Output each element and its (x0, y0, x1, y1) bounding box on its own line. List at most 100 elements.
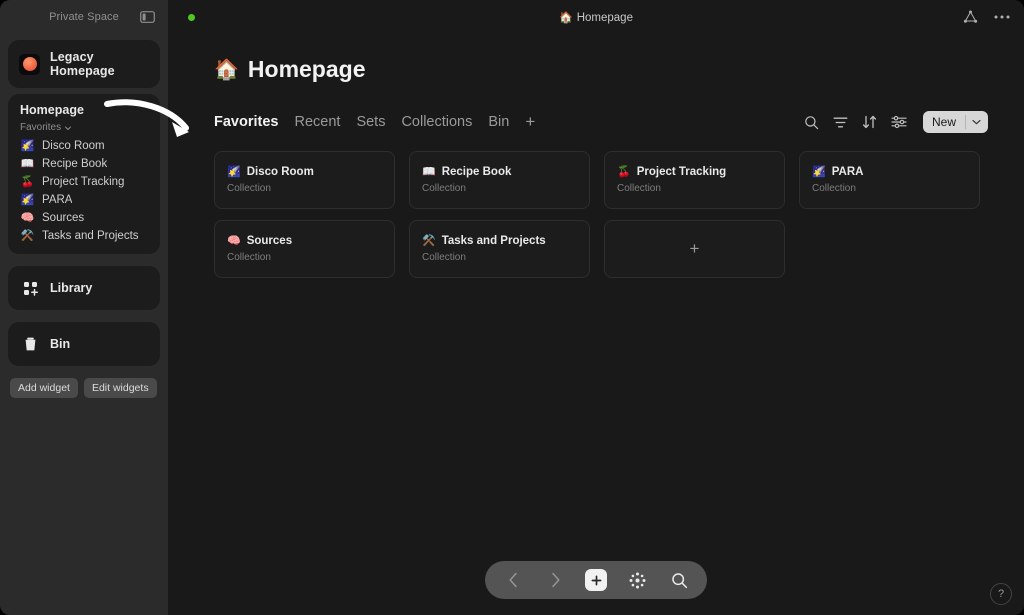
chevron-left-icon[interactable] (501, 568, 525, 592)
sidebar-item-disco-room[interactable]: 🌠 Disco Room (18, 137, 150, 155)
card-emoji: 📖 (422, 167, 436, 178)
card-title-text: Recipe Book (442, 166, 512, 178)
new-button-separator (965, 115, 966, 129)
edit-widgets-button[interactable]: Edit widgets (84, 378, 157, 398)
page-title: 🏠 Homepage (214, 56, 988, 83)
legacy-homepage-label: Legacy Homepage (50, 50, 149, 78)
chevron-down-icon[interactable] (972, 119, 986, 125)
sidebar-item-emoji: 🌠 (20, 195, 35, 206)
sidebar-group-favorites[interactable]: Favorites (18, 122, 150, 137)
card-title: 🍒 Project Tracking (617, 166, 772, 178)
sidebar: Private Space Legacy Homepage Homepage F… (0, 0, 168, 615)
card-emoji: 🧠 (227, 236, 241, 247)
add-tab-button[interactable]: + (525, 113, 535, 132)
tab-favorites[interactable]: Favorites (214, 114, 278, 130)
card-title: 📖 Recipe Book (422, 166, 577, 178)
card-subtitle: Collection (227, 252, 382, 263)
card-subtitle: Collection (422, 183, 577, 194)
card-emoji: 🌠 (812, 167, 826, 178)
tab-list: Favorites Recent Sets Collections Bin + (214, 113, 535, 132)
card-title: 🌠 Disco Room (227, 166, 382, 178)
legacy-homepage-row[interactable]: Legacy Homepage (17, 47, 151, 81)
search-icon[interactable] (667, 568, 691, 592)
scatter-dots-icon[interactable] (625, 568, 649, 592)
sidebar-item-project-tracking[interactable]: 🍒 Project Tracking (18, 173, 150, 191)
sidebar-item-library[interactable]: Library (18, 275, 150, 301)
add-widget-button[interactable]: Add widget (10, 378, 78, 398)
sidebar-item-sources[interactable]: 🧠 Sources (18, 209, 150, 227)
card-emoji: 🍒 (617, 167, 631, 178)
sidebar-item-label: Disco Room (42, 140, 105, 152)
search-icon[interactable] (804, 115, 819, 130)
card-title-text: Disco Room (247, 166, 314, 178)
trash-icon (21, 335, 39, 353)
sidebar-item-tasks-and-projects[interactable]: ⚒️ Tasks and Projects (18, 227, 150, 245)
widget-buttons: Add widget Edit widgets (8, 378, 160, 398)
main-area: 🏠 Homepage (168, 0, 1024, 615)
sidebar-item-label: Recipe Book (42, 158, 107, 170)
collection-card-sources[interactable]: 🧠 Sources Collection (214, 220, 395, 278)
legacy-homepage-thumbnail (19, 54, 40, 75)
new-button-label: New (932, 115, 956, 129)
collection-card-para[interactable]: 🌠 PARA Collection (799, 151, 980, 209)
new-button[interactable]: New (923, 111, 988, 133)
sidebar-group-favorites-label: Favorites (20, 122, 61, 133)
legacy-homepage-card[interactable]: Legacy Homepage (8, 40, 160, 88)
page-title-emoji: 🏠 (214, 57, 239, 82)
status-dot (188, 14, 195, 21)
plus-square-icon[interactable] (585, 569, 607, 591)
sidebar-item-recipe-book[interactable]: 📖 Recipe Book (18, 155, 150, 173)
collection-card-disco-room[interactable]: 🌠 Disco Room Collection (214, 151, 395, 209)
sidebar-item-label: Project Tracking (42, 176, 124, 188)
help-button[interactable]: ? (990, 583, 1012, 605)
tab-collections[interactable]: Collections (401, 114, 472, 130)
gradient-circle-icon (23, 57, 37, 71)
homepage-widget-card: Homepage Favorites 🌠 Disco Room 📖 Recipe… (8, 94, 160, 254)
graph-nodes-icon[interactable] (963, 10, 978, 24)
sidebar-item-emoji: 🧠 (20, 213, 35, 224)
chevron-down-icon (64, 124, 72, 132)
sidebar-section-homepage[interactable]: Homepage (18, 102, 150, 122)
collection-card-recipe-book[interactable]: 📖 Recipe Book Collection (409, 151, 590, 209)
card-title-text: PARA (832, 166, 864, 178)
filter-icon[interactable] (833, 116, 848, 129)
sort-icon[interactable] (862, 115, 877, 129)
sidebar-item-label: Sources (42, 212, 84, 224)
card-subtitle: Collection (227, 183, 382, 194)
topbar: 🏠 Homepage (168, 0, 1024, 34)
topbar-actions (963, 10, 1010, 24)
collection-card-project-tracking[interactable]: 🍒 Project Tracking Collection (604, 151, 785, 209)
sidebar-item-emoji: 🌠 (20, 141, 35, 152)
collection-card-grid: 🌠 Disco Room Collection 📖 Recipe Book Co… (214, 151, 988, 278)
sidebar-item-label: PARA (42, 194, 72, 206)
collection-card-tasks-and-projects[interactable]: ⚒️ Tasks and Projects Collection (409, 220, 590, 278)
bin-card[interactable]: Bin (8, 322, 160, 366)
sidebar-item-emoji: ⚒️ (20, 231, 35, 242)
view-toolbar: New (804, 111, 988, 133)
sidebar-item-library-label: Library (50, 281, 92, 295)
card-title-text: Project Tracking (637, 166, 726, 178)
card-title-text: Tasks and Projects (442, 235, 546, 247)
sidebar-item-para[interactable]: 🌠 PARA (18, 191, 150, 209)
add-collection-card[interactable]: + (604, 220, 785, 278)
more-horizontal-icon[interactable] (994, 15, 1010, 19)
card-title-text: Sources (247, 235, 292, 247)
card-subtitle: Collection (422, 252, 577, 263)
sliders-icon[interactable] (891, 115, 907, 129)
library-card[interactable]: Library (8, 266, 160, 310)
sidebar-item-bin-label: Bin (50, 337, 70, 351)
window-title-text: Homepage (577, 12, 633, 24)
sidebar-toggle-icon[interactable] (136, 8, 158, 26)
tab-recent[interactable]: Recent (294, 114, 340, 130)
page-title-text: Homepage (248, 56, 366, 83)
chevron-right-icon[interactable] (543, 568, 567, 592)
card-subtitle: Collection (812, 183, 967, 194)
library-grid-icon (21, 279, 39, 297)
tab-bin[interactable]: Bin (488, 114, 509, 130)
content-area: 🏠 Homepage Favorites Recent Sets Collect… (168, 34, 1024, 615)
tab-sets[interactable]: Sets (356, 114, 385, 130)
window-title-emoji: 🏠 (559, 12, 573, 24)
tabbar: Favorites Recent Sets Collections Bin + (214, 111, 988, 133)
sidebar-item-bin[interactable]: Bin (18, 331, 150, 357)
sidebar-header: Private Space (8, 0, 160, 34)
